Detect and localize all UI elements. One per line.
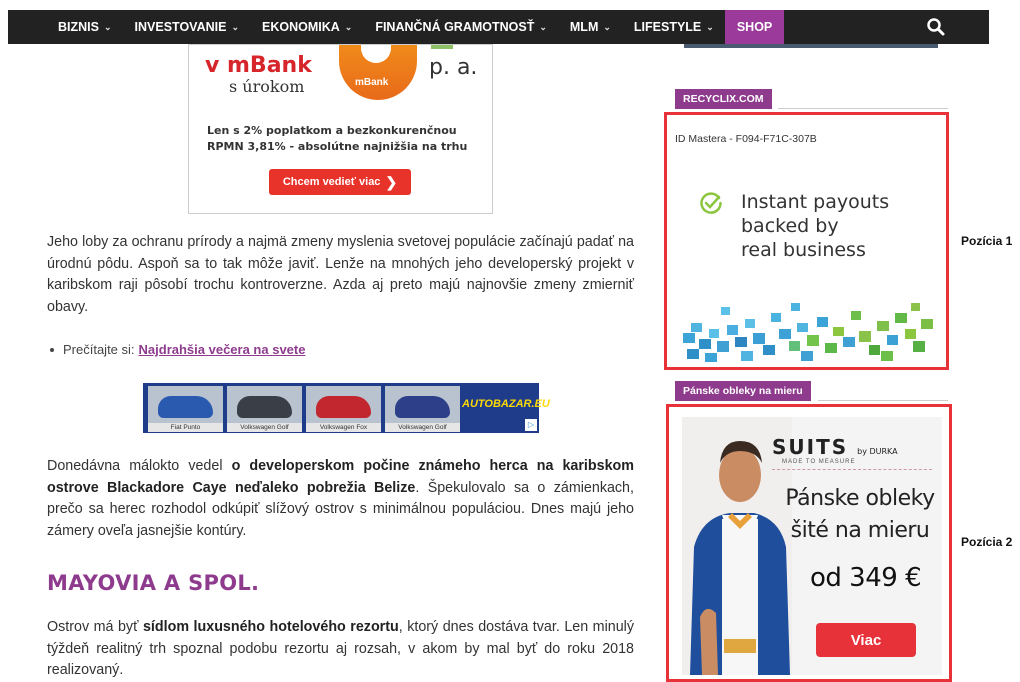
plastic-granules-image: [683, 303, 933, 362]
sidebar-previous-widget: [684, 44, 938, 48]
car-image: [395, 396, 450, 418]
adchoices-icon[interactable]: ▷: [525, 419, 537, 431]
ad-headline: Pánske obleky šité na mieru: [782, 483, 938, 547]
mbank-ad-banner[interactable]: v mBank s úrokom mBank p. a. Len s 2% po…: [188, 44, 493, 214]
nav-item-label: EKONOMIKA: [262, 20, 340, 34]
check-circle-icon: [700, 192, 722, 214]
top-navigation: BIZNIS ⌄ INVESTOVANIE ⌄ EKONOMIKA ⌄ FINANČN…: [8, 10, 989, 44]
chevron-down-icon: ⌄: [103, 21, 112, 32]
car-image: [158, 396, 213, 418]
headline-line: Pánske obleky: [785, 486, 935, 511]
mbank-logo: mBank: [339, 45, 417, 100]
more-button-label: Viac: [850, 631, 882, 649]
price-label: od 349 €: [810, 563, 922, 593]
text-run: Donedávna málokto vedel: [47, 458, 232, 474]
decorative-shape: [431, 45, 453, 49]
autobazar-logo: AUTOBAZAR.EU: [462, 398, 550, 410]
nav-item-mlm[interactable]: MLM ⌄: [570, 10, 611, 44]
chevron-down-icon: ⌄: [344, 21, 353, 32]
divider: [778, 108, 948, 109]
article-paragraph: Donedávna málokto vedel o developerskom …: [47, 456, 634, 542]
car-thumbnail[interactable]: Volkswagen Golf: [227, 386, 302, 432]
ad-cta-button[interactable]: Chcem vedieť viac ❯: [269, 169, 411, 195]
nav-item-ekonomika[interactable]: EKONOMIKA ⌄: [262, 10, 352, 44]
nav-item-biznis[interactable]: BIZNIS ⌄: [58, 10, 112, 44]
more-button[interactable]: Viac: [816, 623, 916, 657]
article-paragraph: Jeho loby za ochranu prírody a najmä zme…: [47, 234, 634, 315]
position-2-annotation: Pozícia 2: [961, 535, 1013, 549]
car-thumbnail[interactable]: Fiat Punto: [148, 386, 223, 432]
suits-brand: SUITS by DURKA: [772, 435, 898, 459]
autobazar-ad-banner[interactable]: Fiat Punto Volkswagen Golf Volkswagen Fo…: [143, 383, 550, 433]
position-1-annotation: Pozícia 1: [961, 234, 1013, 248]
brand-by: by DURKA: [857, 447, 898, 456]
nav-item-lifestyle[interactable]: LIFESTYLE ⌄: [634, 10, 714, 44]
read-also-item: Prečítajte si: Najdrahšia večera na svet…: [50, 342, 305, 357]
car-caption: Volkswagen Golf: [385, 423, 460, 432]
ad-rate-suffix: p. a.: [429, 55, 478, 80]
text-run: Ostrov má byť: [47, 619, 143, 635]
nav-item-investovanie[interactable]: INVESTOVANIE ⌄: [135, 10, 239, 44]
search-icon[interactable]: [926, 17, 946, 37]
car-caption: Volkswagen Golf: [227, 423, 302, 432]
divider: [772, 469, 932, 470]
bullet-icon: [50, 347, 54, 352]
widget-label-suits: Pánske obleky na mieru: [675, 381, 811, 401]
car-thumbnail[interactable]: Volkswagen Fox: [306, 386, 381, 432]
ad-cta-label: Chcem vedieť viac: [282, 176, 381, 188]
divider: [818, 400, 948, 401]
suits-ad-banner[interactable]: SUITS by DURKA MADE TO MEASURE Pánske ob…: [682, 417, 942, 675]
car-caption: Volkswagen Fox: [306, 423, 381, 432]
car-image: [237, 396, 292, 418]
ad-tagline: Instant payouts backed by real business: [741, 190, 889, 262]
section-heading: MAYOVIA A SPOL.: [47, 571, 260, 595]
read-also-prefix: Prečítajte si:: [63, 342, 135, 357]
tagline-line: real business: [741, 239, 866, 261]
chevron-down-icon: ⌄: [706, 21, 714, 32]
nav-item-label: BIZNIS: [58, 20, 99, 34]
nav-item-label: INVESTOVANIE: [134, 20, 227, 34]
car-caption: Fiat Punto: [148, 423, 223, 432]
ad-brand: mBank: [355, 77, 389, 88]
suits-ad-highlight[interactable]: SUITS by DURKA MADE TO MEASURE Pánske ob…: [666, 404, 952, 682]
nav-item-shop[interactable]: SHOP: [724, 10, 785, 44]
tagline-line: Instant payouts: [741, 191, 890, 213]
read-also-link[interactable]: Najdrahšia večera na svete: [139, 342, 306, 357]
headline-line: šité na mieru: [790, 518, 930, 543]
tagline-line: backed by: [741, 215, 839, 237]
nav-item-label: FINANČNÁ GRAMOTNOSŤ: [375, 20, 535, 34]
recyclix-ad-highlight[interactable]: ID Mastera - F094-F71C-307B Instant payo…: [664, 112, 949, 370]
chevron-down-icon: ⌄: [539, 21, 547, 32]
chevron-down-icon: ⌄: [231, 21, 239, 32]
car-thumbnail[interactable]: Volkswagen Golf: [385, 386, 460, 432]
article-paragraph: Ostrov má byť sídlom luxusného hotelovéh…: [47, 617, 634, 682]
bold-text: sídlom luxusného hotelového rezortu: [142, 619, 399, 635]
ad-description: Len s 2% poplatkom a bezkonkurenčnou RPM…: [207, 124, 468, 153]
chevron-down-icon: ⌄: [603, 21, 611, 32]
nav-item-label: LIFESTYLE: [633, 20, 702, 34]
chevron-right-icon: ❯: [385, 173, 398, 190]
car-image: [316, 396, 371, 418]
ad-title: v mBank: [205, 53, 312, 78]
master-id-text: ID Mastera - F094-F71C-307B: [675, 133, 817, 145]
ad-subtitle: s úrokom: [229, 77, 305, 96]
nav-item-financna-gramotnost[interactable]: FINANČNÁ GRAMOTNOSŤ ⌄: [375, 10, 547, 44]
widget-label-recyclix: RECYCLIX.COM: [675, 89, 772, 109]
made-to-measure-label: MADE TO MEASURE: [782, 459, 856, 465]
nav-item-label: MLM: [569, 20, 599, 34]
brand-name: SUITS: [772, 435, 849, 459]
